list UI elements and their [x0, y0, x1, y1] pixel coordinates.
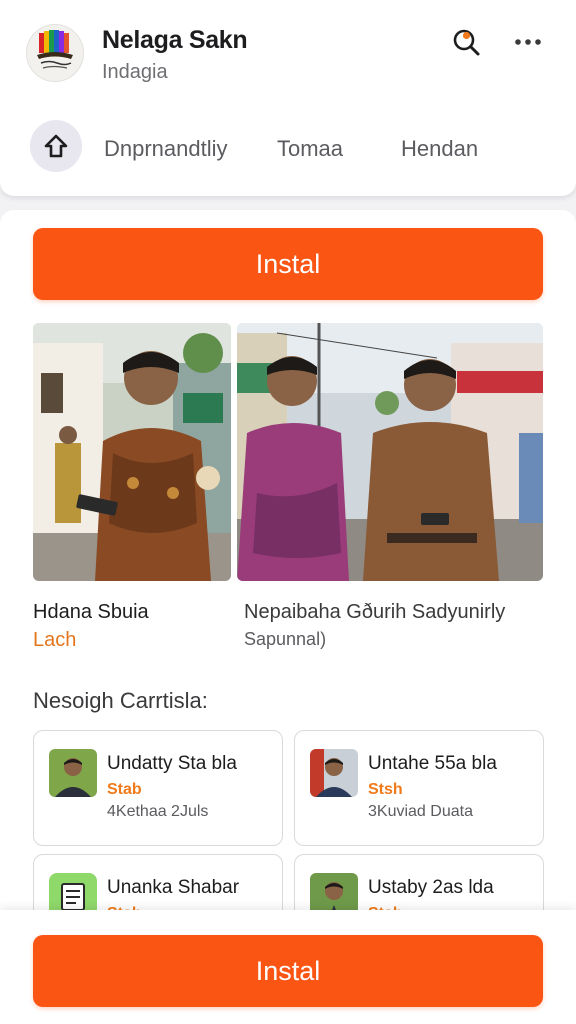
more-dots-icon[interactable] [512, 26, 544, 58]
card-title: Untahe 55a bla [368, 753, 497, 774]
photo-right[interactable] [237, 323, 543, 581]
section-title: Nesoigh Carrtisla: [33, 688, 208, 713]
card-title: Undatty Sta bla [107, 753, 237, 774]
home-up-icon[interactable] [30, 120, 82, 172]
card-tag: Stab [107, 781, 142, 798]
card-title: Unanka Shabar [107, 877, 240, 898]
tab-2[interactable]: Tomaa [277, 136, 343, 162]
install-button[interactable]: Instal [33, 228, 543, 300]
photo-right-subcaption: Sapunnal) [244, 629, 327, 649]
bottom-install-bar: Instal [0, 910, 576, 1024]
photo-right-caption: Nepaibaha Gðurih Sadyunirly [244, 601, 506, 623]
photo-left-subcaption: Lach [33, 629, 77, 651]
card-title: Ustaby 2as lda [368, 877, 494, 898]
photo-left-caption: Hdana Sbuia [33, 601, 149, 623]
app-title: Nelaga Sakn [102, 26, 248, 54]
avatar [49, 749, 97, 797]
card-meta: 4Kethaa 2Juls [107, 803, 209, 820]
app-subtitle: Indagia [102, 61, 168, 83]
app-header: Nelaga Sakn Indagia Dnprnandtliy Tomaa H… [0, 0, 576, 196]
list-card[interactable]: Undatty Sta bla Stab 4Kethaa 2Juls [33, 730, 283, 846]
card-meta: 3Kuviad Duata [368, 803, 473, 820]
list-card[interactable]: Untahe 55a bla Stsh 3Kuviad Duata [294, 730, 544, 846]
tab-1[interactable]: Dnprnandtliy [104, 136, 228, 162]
avatar [310, 749, 358, 797]
search-icon[interactable] [450, 26, 482, 58]
photo-left[interactable] [33, 323, 231, 581]
bottom-install-button[interactable]: Instal [33, 935, 543, 1007]
tab-3[interactable]: Hendan [401, 136, 478, 162]
content-panel: Instal Hdana Sbuia Lach Nepaibaha Gðurih… [0, 210, 576, 1024]
app-logo-icon [26, 24, 84, 82]
card-tag: Stsh [368, 781, 403, 798]
